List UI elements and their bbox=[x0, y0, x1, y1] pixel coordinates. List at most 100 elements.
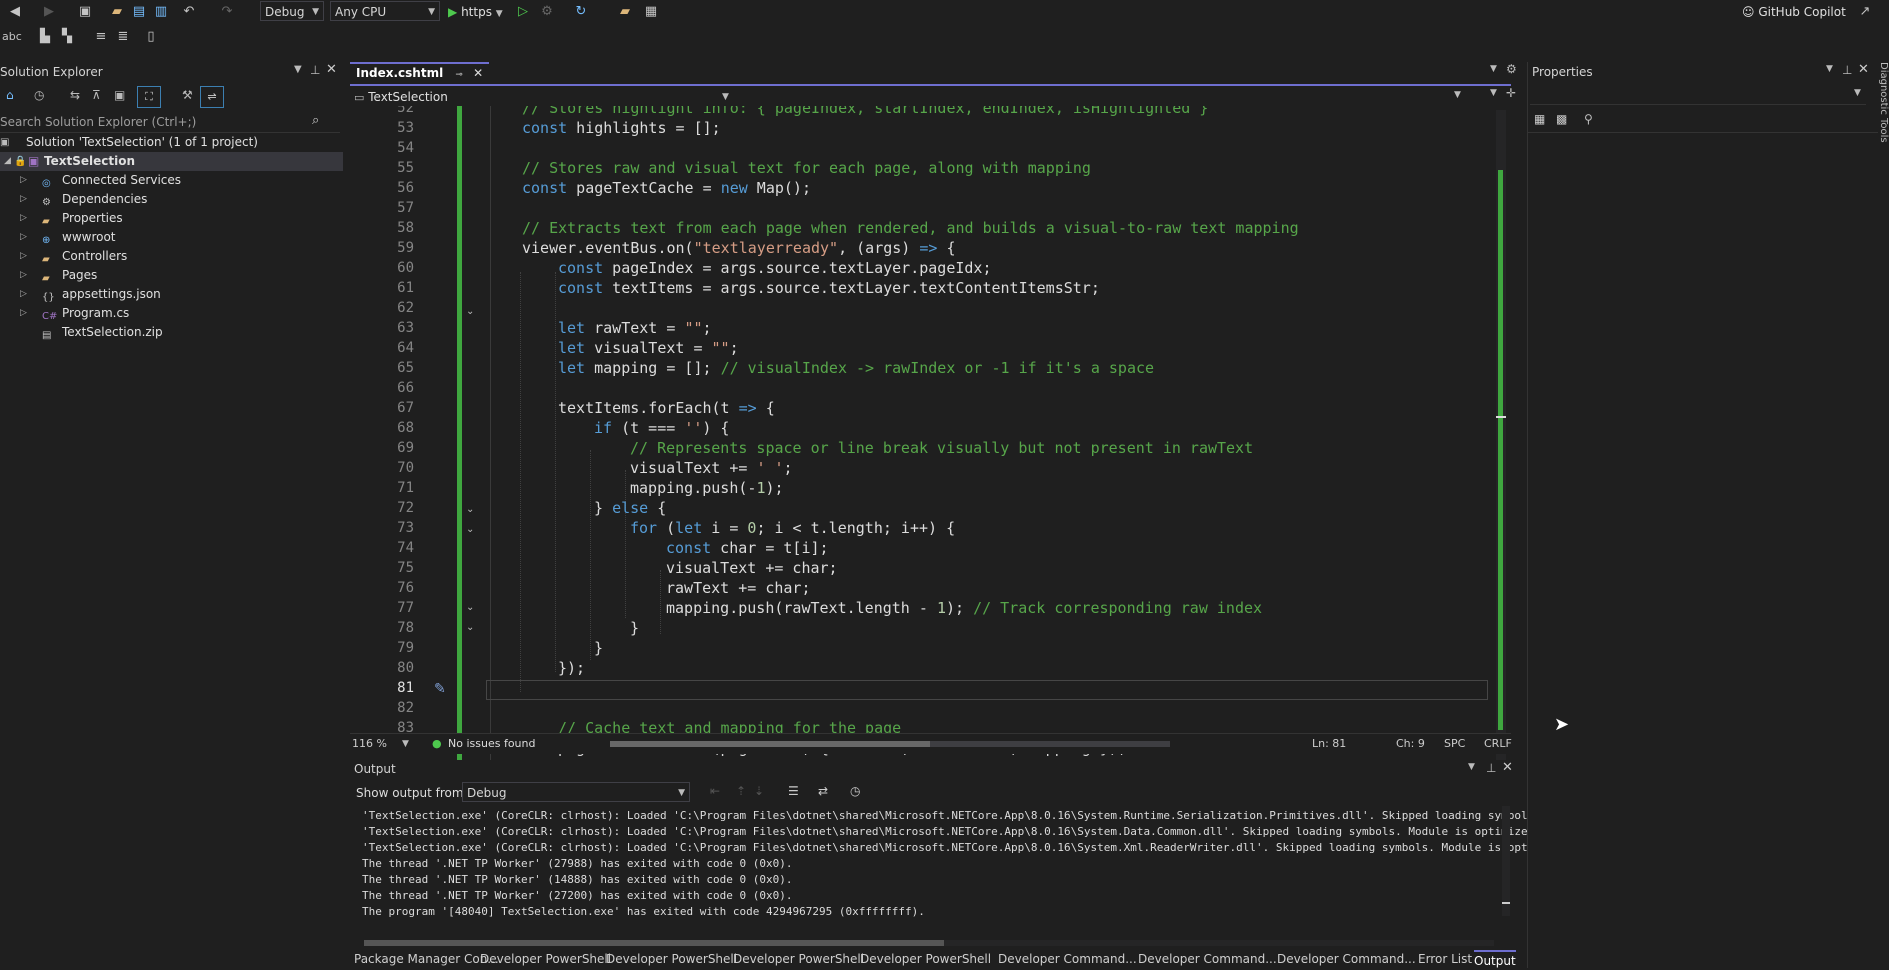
bookmark-icon[interactable]: ▯ bbox=[142, 28, 160, 46]
open-folder-icon[interactable]: ▰ bbox=[108, 3, 126, 21]
horizontal-scrollbar[interactable] bbox=[610, 741, 1170, 747]
char-indicator[interactable]: Ch: 9 bbox=[1396, 734, 1425, 754]
copilot-hint-icon[interactable]: ✎ bbox=[434, 681, 446, 697]
toggle-icon[interactable]: ▚ bbox=[58, 28, 76, 46]
expand-icon[interactable]: ▷ bbox=[20, 304, 27, 323]
code-area[interactable]: 52 53 54 55 56 57 58 59 60 61 62 63 64 65 66 67 68 69 70 71… bbox=[350, 106, 1490, 796]
bottom-tab[interactable]: Output bbox=[1474, 950, 1516, 970]
split-icon[interactable]: ✛ bbox=[1506, 86, 1516, 100]
expand-icon[interactable]: ▷ bbox=[20, 209, 27, 228]
editor-vertical-scrollbar[interactable] bbox=[1496, 110, 1506, 790]
clear-all-icon[interactable]: ☰ bbox=[788, 784, 799, 798]
nav-dropdown-icon[interactable]: ▼ bbox=[1490, 88, 1497, 98]
bottom-tab[interactable]: Developer PowerShell bbox=[480, 950, 611, 968]
bottom-tab[interactable]: Developer Command... bbox=[1138, 950, 1277, 968]
next-message-icon[interactable]: ⇣ bbox=[754, 784, 764, 798]
outdent-icon[interactable]: ≣ bbox=[114, 28, 132, 46]
property-pages-icon[interactable]: ⚲ bbox=[1584, 112, 1593, 126]
show-all-icon[interactable]: ▣ bbox=[114, 88, 125, 102]
properties-wrench-icon[interactable]: ⚒ bbox=[182, 88, 193, 102]
tab-index-cshtml[interactable]: Index.cshtml ⊸ ✕ bbox=[350, 62, 490, 84]
bottom-tab[interactable]: Developer Command... bbox=[1277, 950, 1416, 968]
properties-close-icon[interactable]: ✕ bbox=[1858, 62, 1869, 77]
bottom-tab[interactable]: Developer Command... bbox=[998, 950, 1137, 968]
spell-check-icon[interactable]: abc bbox=[2, 28, 22, 46]
project-node[interactable]: ◢ 🔒 ▣ TextSelection bbox=[0, 152, 343, 171]
collapse-icon[interactable]: ⊼ bbox=[92, 88, 101, 102]
forward-icon[interactable]: ▶ bbox=[40, 3, 58, 21]
properties-object-select[interactable]: ▼ bbox=[1530, 86, 1866, 105]
home-icon[interactable]: ⌂ bbox=[6, 88, 14, 102]
close-icon[interactable]: ✕ bbox=[326, 62, 337, 77]
expand-icon[interactable]: ▷ bbox=[20, 190, 27, 209]
bottom-tab[interactable]: Error List bbox=[1418, 950, 1472, 968]
expand-icon[interactable]: ▷ bbox=[20, 247, 27, 266]
diagnostic-tools-tab[interactable]: Diagnostic Tools bbox=[1877, 62, 1889, 182]
tab-list-icon[interactable]: ▼ bbox=[1490, 64, 1497, 74]
bottom-tab[interactable]: Package Manager Con... bbox=[354, 950, 499, 968]
copilot-button[interactable]: ☺ GitHub Copilot bbox=[1742, 2, 1846, 22]
folder-icon: ▰ bbox=[42, 216, 50, 227]
zoom-select[interactable]: 116 % bbox=[352, 734, 387, 754]
nav-member-select[interactable]: ▼ bbox=[738, 88, 1468, 106]
back-icon[interactable]: ◀ bbox=[6, 3, 24, 21]
alphabetical-icon[interactable]: ▩ bbox=[1556, 112, 1567, 126]
panel-menu-icon[interactable]: ▼ bbox=[294, 64, 302, 75]
editor-settings-icon[interactable]: ⚙ bbox=[1506, 62, 1517, 76]
prev-message-icon[interactable]: ⇡ bbox=[736, 784, 746, 798]
bottom-tab[interactable]: Developer PowerShell bbox=[733, 950, 864, 968]
issues-status[interactable]: No issues found bbox=[448, 734, 535, 754]
nav-project-select[interactable]: ▭ TextSelection ▼ bbox=[354, 88, 734, 106]
bottom-tab[interactable]: Developer PowerShell bbox=[606, 950, 737, 968]
line-indicator[interactable]: Ln: 81 bbox=[1312, 734, 1346, 754]
output-menu-icon[interactable]: ▼ bbox=[1468, 762, 1475, 772]
output-source-select[interactable]: Debug ▼ bbox=[462, 782, 690, 802]
pin-icon[interactable]: ⊥ bbox=[310, 63, 320, 77]
attach-icon[interactable]: ⚙ bbox=[538, 3, 556, 21]
fold-icon[interactable]: ⌄ bbox=[466, 622, 474, 633]
fold-icon[interactable]: ⌄ bbox=[466, 504, 474, 515]
folder-icon[interactable]: ▰ bbox=[616, 3, 634, 21]
feedback-icon[interactable]: ↗ bbox=[1856, 3, 1874, 21]
start-without-debug-icon[interactable]: ▷ bbox=[514, 3, 532, 21]
find-message-icon[interactable]: ⇤ bbox=[710, 784, 720, 798]
save-icon[interactable]: ▤ bbox=[130, 3, 148, 21]
tab-pin-icon[interactable]: ⊸ bbox=[455, 70, 463, 80]
preview-icon[interactable]: ⇌ bbox=[200, 86, 224, 108]
output-pin-icon[interactable]: ⊥ bbox=[1486, 761, 1496, 775]
indent-icon[interactable]: ≡ bbox=[92, 28, 110, 46]
expand-icon[interactable]: ▷ bbox=[20, 171, 27, 190]
expand-icon[interactable]: ▷ bbox=[20, 266, 27, 285]
output-close-icon[interactable]: ✕ bbox=[1502, 760, 1513, 775]
undo-icon[interactable]: ↶ bbox=[180, 3, 198, 21]
fold-icon[interactable]: ⌄ bbox=[466, 602, 474, 613]
categorized-icon[interactable]: ▦ bbox=[1534, 112, 1545, 126]
platform-select[interactable]: Any CPU ▼ bbox=[330, 1, 440, 21]
save-all-icon[interactable]: ▥ bbox=[152, 3, 170, 21]
properties-menu-icon[interactable]: ▼ bbox=[1826, 64, 1833, 74]
solution-search-input[interactable]: Search Solution Explorer (Ctrl+;) ⌕ bbox=[0, 112, 340, 133]
redo-icon[interactable]: ↷ bbox=[218, 3, 236, 21]
layout-icon[interactable]: ▦ bbox=[642, 3, 660, 21]
fold-icon[interactable]: ⌄ bbox=[466, 306, 474, 317]
spacing-indicator[interactable]: SPC bbox=[1444, 734, 1465, 754]
history-icon[interactable]: ◷ bbox=[34, 88, 44, 102]
properties-pin-icon[interactable]: ⊥ bbox=[1842, 63, 1852, 77]
clock-icon[interactable]: ◷ bbox=[850, 784, 860, 798]
bottom-tab[interactable]: Developer PowerShell bbox=[860, 950, 991, 968]
expand-icon[interactable]: ▷ bbox=[20, 228, 27, 247]
tab-close-icon[interactable]: ✕ bbox=[473, 66, 483, 80]
expand-icon[interactable]: ▷ bbox=[20, 285, 27, 304]
hot-reload-icon[interactable]: ↻ bbox=[572, 3, 590, 21]
start-debug-button[interactable]: ▶ https ▼ bbox=[448, 2, 503, 22]
eol-indicator[interactable]: CRLF bbox=[1484, 734, 1512, 754]
output-horizontal-scrollbar[interactable] bbox=[364, 940, 1494, 946]
filter-icon[interactable]: ⛶ bbox=[137, 86, 161, 108]
new-project-icon[interactable]: ▣ bbox=[76, 3, 94, 21]
fold-icon[interactable]: ⌄ bbox=[466, 524, 474, 535]
output-vertical-scrollbar[interactable] bbox=[1502, 806, 1510, 916]
config-select[interactable]: Debug ▼ bbox=[260, 1, 324, 21]
sync-icon[interactable]: ⇆ bbox=[70, 88, 80, 102]
word-wrap-icon[interactable]: ⇄ bbox=[818, 784, 828, 798]
format-icon[interactable]: ▙ bbox=[36, 28, 54, 46]
